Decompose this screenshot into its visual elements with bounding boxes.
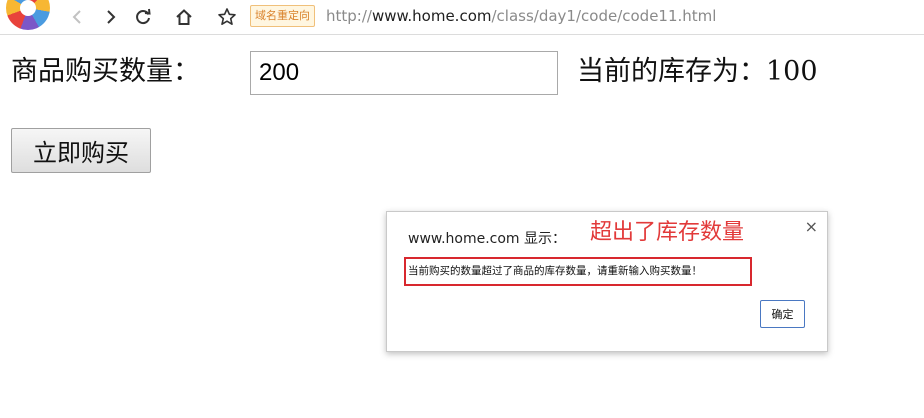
dialog-title: www.home.com 显示：	[408, 231, 567, 247]
url-path: /class/day1/code/code11.html	[491, 7, 717, 25]
home-icon[interactable]	[171, 4, 197, 30]
alert-dialog: www.home.com 显示： 超出了库存数量 × 当前购买的数量超过了商品的…	[386, 211, 828, 352]
quantity-label: 商品购买数量：	[11, 56, 200, 87]
close-icon[interactable]: ×	[805, 218, 818, 236]
address-bar[interactable]: http://www.home.com/class/day1/code/code…	[326, 5, 716, 27]
star-icon[interactable]	[214, 4, 240, 30]
stock-text: 当前的库存为：100	[577, 56, 818, 87]
forward-icon[interactable]	[98, 4, 124, 30]
url-prefix: http://	[326, 7, 372, 25]
url-host: www.home.com	[371, 7, 492, 25]
browser-logo-icon	[6, 0, 50, 30]
browser-toolbar: 域名重定向 http://www.home.com/class/day1/cod…	[0, 0, 924, 35]
annotation-text: 超出了库存数量	[590, 220, 745, 245]
dialog-message: 当前购买的数量超过了商品的库存数量，请重新输入购买数量！	[404, 257, 752, 286]
buy-now-button[interactable]: 立即购买	[11, 128, 151, 173]
ok-button[interactable]: 确定	[760, 300, 805, 328]
back-icon[interactable]	[64, 4, 90, 30]
reload-icon[interactable]	[130, 4, 156, 30]
quantity-input[interactable]	[250, 51, 558, 95]
redirect-badge[interactable]: 域名重定向	[250, 5, 315, 27]
